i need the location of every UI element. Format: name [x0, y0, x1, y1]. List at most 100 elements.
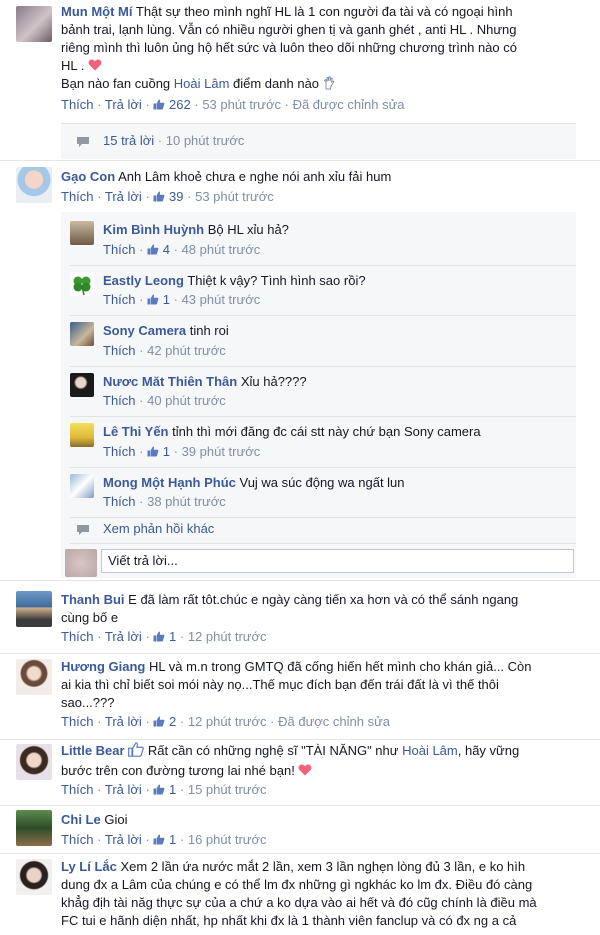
like-count[interactable]: 2 [169, 714, 176, 729]
avatar[interactable] [70, 373, 94, 397]
reply-author[interactable]: Nươc Măt Thiên Thân [103, 374, 237, 389]
comment: Thanh Bui E đã làm rất tôt.chúc e ngày c… [0, 580, 600, 653]
comment-text: E đã làm rất tôt.chúc e ngày càng tiến x… [128, 592, 519, 607]
comment-text: HL và m.n trong GMTQ đã cống hiến hết mì… [149, 659, 532, 674]
like-link[interactable]: Thích [61, 714, 94, 729]
avatar[interactable] [16, 810, 52, 846]
reply-bubble-icon [77, 525, 89, 535]
like-link[interactable]: Thích [103, 393, 136, 408]
avatar[interactable] [16, 659, 52, 695]
comment-author[interactable]: Mun Một Mí [61, 4, 132, 19]
mention-link[interactable]: Hoài Lâm [402, 743, 458, 758]
like-count[interactable]: 4 [163, 242, 170, 257]
reply-author[interactable]: Lê Thi Yến [103, 424, 169, 439]
like-link[interactable]: Thích [103, 292, 136, 307]
comment-text: khẳg địh tài năg thực sự của a chứ a ko … [61, 895, 537, 910]
thumbs-up-icon [128, 742, 145, 757]
avatar[interactable] [70, 221, 94, 245]
reply-text: Vuj wa súc động wa ngất lun [239, 475, 405, 490]
timestamp[interactable]: 43 phút trước [182, 292, 261, 307]
reply-link[interactable]: Trả lời [105, 629, 142, 644]
reply-text: tinh roi [189, 323, 229, 338]
like-count[interactable]: 262 [169, 97, 191, 112]
reply-divider [70, 366, 576, 367]
reply-author[interactable]: Mong Một Hạnh Phúc [103, 475, 236, 490]
avatar[interactable] [70, 322, 94, 346]
timestamp[interactable]: 16 phút trước [188, 832, 267, 847]
comment-text: bước trên con đường tương lai nhé bạn! [61, 763, 299, 778]
timestamp[interactable]: 42 phút trước [147, 343, 226, 358]
like-link[interactable]: Thích [103, 444, 136, 459]
reply-text: Xỉu hả???? [240, 374, 307, 389]
reply-link[interactable]: Trả lời [105, 714, 142, 729]
avatar[interactable] [16, 591, 52, 627]
comment-text: Anh Lâm khoẻ chưa e nghe nói anh xỉu fải… [118, 169, 392, 184]
reply-author[interactable]: Kim Bình Huỳnh [103, 222, 204, 237]
comment-author[interactable]: Chi Le [61, 812, 101, 827]
thumbs-up-icon [153, 631, 165, 642]
like-count[interactable]: 1 [169, 832, 176, 847]
comment: Mun Một Mí Thật sự theo mình nghĩ HL là … [0, 0, 600, 160]
comment-text: , hãy vững [457, 743, 520, 758]
timestamp[interactable]: 12 phút trước [188, 629, 267, 644]
reply-divider [70, 265, 576, 266]
like-count[interactable]: 1 [169, 629, 176, 644]
like-link[interactable]: Thích [61, 629, 94, 644]
comment-author[interactable]: Ly Lí Lắc [61, 859, 117, 874]
timestamp[interactable]: 53 phút trước [202, 97, 281, 112]
like-link[interactable]: Thích [61, 189, 94, 204]
comment-author[interactable]: Hương Giang [61, 659, 145, 674]
comment-text: riêng mình thì luôn ủng hộ hết sức và lu… [61, 40, 517, 55]
comment-text: Rất cần có những nghệ sĩ "TÀI NĂNG" như [147, 743, 403, 758]
like-link[interactable]: Thích [103, 242, 136, 257]
like-link[interactable]: Thích [103, 494, 136, 509]
reply-link[interactable]: Trả lời [105, 782, 142, 797]
reply-divider [70, 315, 576, 316]
avatar[interactable] [16, 6, 52, 42]
heart-icon [88, 59, 102, 71]
edited-link[interactable]: Đã được chỉnh sửa [293, 97, 405, 112]
reply-divider [70, 416, 576, 417]
avatar[interactable] [16, 859, 52, 895]
reply-link[interactable]: Trả lời [105, 189, 142, 204]
comment-text: Gioi [104, 812, 128, 827]
reply-link[interactable]: Trả lời [105, 97, 142, 112]
timestamp[interactable]: 12 phút trước [188, 714, 267, 729]
avatar[interactable] [16, 744, 52, 780]
avatar[interactable] [70, 474, 94, 498]
wave-hand-icon [323, 76, 335, 90]
reply-author[interactable]: Eastly Leong [103, 273, 184, 288]
comment-author[interactable]: Thanh Bui [61, 592, 125, 607]
like-link[interactable]: Thích [103, 343, 136, 358]
reply-text: Bộ HL xỉu hả? [207, 222, 289, 237]
like-link[interactable]: Thích [61, 832, 94, 847]
avatar[interactable] [16, 167, 52, 203]
see-more-replies-link[interactable]: Xem phản hồi khác [103, 520, 214, 538]
replies-count-link[interactable]: 15 trả lời [103, 133, 154, 148]
reply-input[interactable]: Viết trả lời... [101, 549, 574, 573]
like-link[interactable]: Thích [61, 97, 94, 112]
thumbs-up-icon [153, 191, 165, 202]
like-count[interactable]: 1 [169, 782, 176, 797]
comment-author[interactable]: Gạo Con [61, 169, 115, 184]
edited-link[interactable]: Đã được chỉnh sửa [278, 714, 390, 729]
like-count[interactable]: 1 [163, 292, 170, 307]
timestamp[interactable]: 15 phút trước [188, 782, 267, 797]
comment-author[interactable]: Little Bear [61, 743, 125, 758]
timestamp[interactable]: 48 phút trước [182, 242, 261, 257]
reply-link[interactable]: Trả lời [105, 832, 142, 847]
timestamp[interactable]: 38 phút trước [147, 494, 226, 509]
avatar[interactable] [70, 272, 94, 296]
mention-link[interactable]: Hoài Lâm [174, 76, 230, 91]
comment: Little Bear Rất cần có những nghệ sĩ "TÀ… [0, 739, 600, 805]
reply-author[interactable]: Sony Camera [103, 323, 186, 338]
timestamp[interactable]: 53 phút trước [195, 189, 274, 204]
replies-summary[interactable]: 15 trả lời · 10 phút trước [61, 123, 576, 159]
timestamp[interactable]: 39 phút trước [182, 444, 261, 459]
like-link[interactable]: Thích [61, 782, 94, 797]
avatar[interactable] [70, 423, 94, 447]
timestamp[interactable]: 10 phút trước [166, 133, 245, 148]
like-count[interactable]: 39 [169, 189, 183, 204]
timestamp[interactable]: 40 phút trước [147, 393, 226, 408]
like-count[interactable]: 1 [163, 444, 170, 459]
